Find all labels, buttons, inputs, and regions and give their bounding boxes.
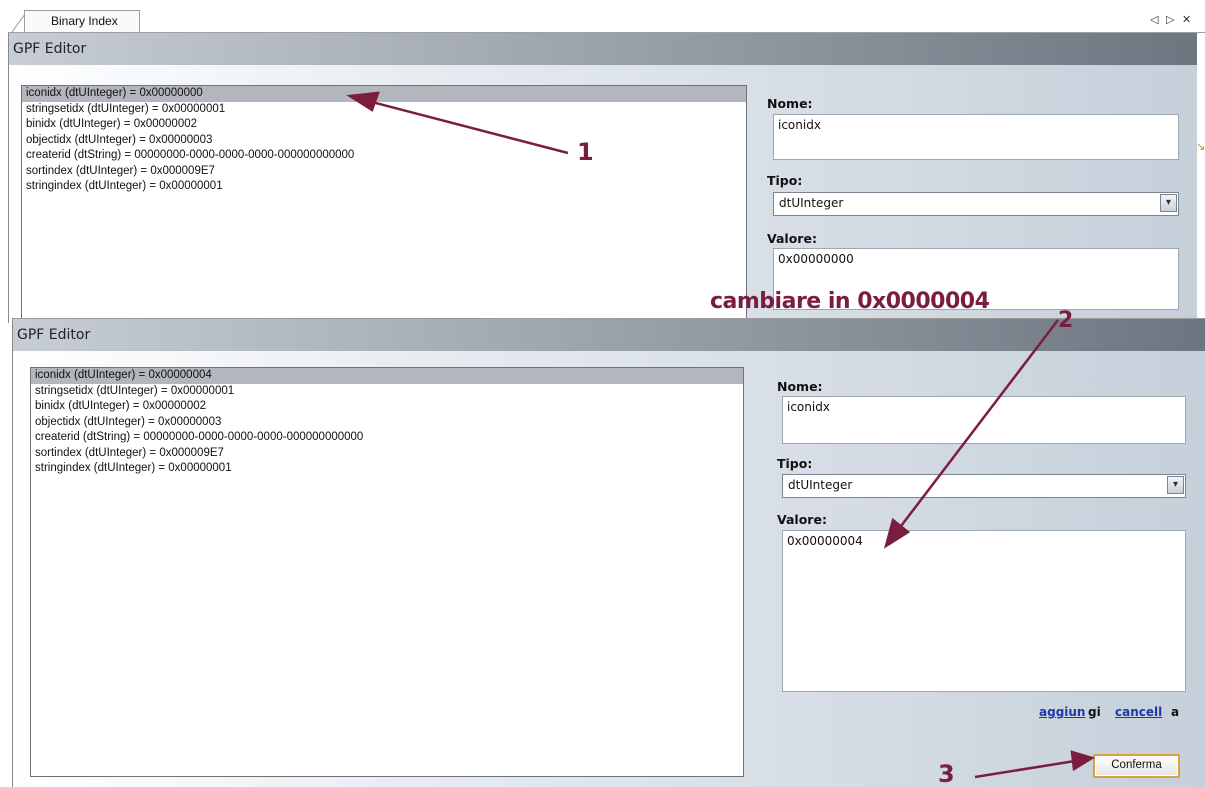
tab-binary-index[interactable]: Binary Index — [24, 10, 140, 32]
chevron-down-icon[interactable]: ▾ — [1167, 476, 1184, 494]
editor-title: GPF Editor — [13, 319, 1205, 351]
cancella-link[interactable]: cancell — [1115, 705, 1162, 719]
nome-field[interactable]: iconidx — [782, 396, 1186, 444]
aggiungi-link-tail[interactable]: gi — [1088, 705, 1101, 719]
list-item[interactable]: sortindex (dtUInteger) = 0x000009E7 — [22, 164, 746, 180]
tab-bar: Binary Index ◁ ▷ ✕ — [0, 0, 1205, 33]
property-list[interactable]: iconidx (dtUInteger) = 0x00000004 string… — [30, 367, 744, 777]
tipo-label: Tipo: — [777, 456, 813, 471]
chevron-down-icon[interactable]: ▾ — [1160, 194, 1177, 212]
list-item[interactable]: stringsetidx (dtUInteger) = 0x00000001 — [31, 384, 743, 400]
list-item[interactable]: stringsetidx (dtUInteger) = 0x00000001 — [22, 102, 746, 118]
list-item[interactable]: binidx (dtUInteger) = 0x00000002 — [22, 117, 746, 133]
list-item[interactable]: stringindex (dtUInteger) = 0x00000001 — [31, 461, 743, 477]
tipo-selected-value: dtUInteger — [779, 196, 844, 210]
list-item[interactable]: objectidx (dtUInteger) = 0x00000003 — [22, 133, 746, 149]
step-1-label: 1 — [577, 138, 594, 166]
list-item[interactable]: sortindex (dtUInteger) = 0x000009E7 — [31, 446, 743, 462]
conferma-button[interactable]: Conferma — [1093, 754, 1180, 778]
step-3-label: 3 — [938, 760, 955, 787]
valore-label: Valore: — [777, 512, 827, 527]
list-item[interactable]: binidx (dtUInteger) = 0x00000002 — [31, 399, 743, 415]
valore-label: Valore: — [767, 231, 817, 246]
valore-field[interactable]: 0x00000004 — [782, 530, 1186, 692]
cancella-link-tail[interactable]: a — [1171, 705, 1179, 719]
list-item[interactable]: stringindex (dtUInteger) = 0x00000001 — [22, 179, 746, 195]
list-item[interactable]: createrid (dtString) = 00000000-0000-000… — [22, 148, 746, 164]
tab-scroll-left-icon[interactable]: ◁ — [1150, 13, 1158, 26]
tab-label: Binary Index — [51, 14, 118, 28]
nome-field[interactable]: iconidx — [773, 114, 1179, 160]
tipo-selected-value: dtUInteger — [788, 478, 853, 492]
list-item-selected[interactable]: iconidx (dtUInteger) = 0x00000004 — [31, 368, 743, 384]
gpf-editor-after: GPF Editor iconidx (dtUInteger) = 0x0000… — [12, 318, 1205, 787]
list-item[interactable]: objectidx (dtUInteger) = 0x00000003 — [31, 415, 743, 431]
tipo-select[interactable]: dtUInteger ▾ — [773, 192, 1179, 216]
tab-close-icon[interactable]: ✕ — [1182, 13, 1191, 26]
list-item[interactable]: createrid (dtString) = 00000000-0000-000… — [31, 430, 743, 446]
aggiungi-link[interactable]: aggiun — [1039, 705, 1085, 719]
nome-label: Nome: — [777, 379, 823, 394]
tipo-select[interactable]: dtUInteger ▾ — [782, 474, 1186, 498]
property-list[interactable]: iconidx (dtUInteger) = 0x00000000 string… — [21, 85, 747, 335]
editor-title: GPF Editor — [9, 33, 1197, 65]
nome-label: Nome: — [767, 96, 813, 111]
tipo-label: Tipo: — [767, 173, 803, 188]
gpf-editor-before: GPF Editor iconidx (dtUInteger) = 0x0000… — [8, 33, 1197, 335]
tab-scroll-right-icon[interactable]: ▷ — [1166, 13, 1174, 26]
step-2-label: 2 — [1058, 308, 1074, 333]
instruction-label: cambiare in 0x0000004 — [710, 289, 990, 314]
list-item-selected[interactable]: iconidx (dtUInteger) = 0x00000000 — [22, 86, 746, 102]
edge-artifact: ↘ — [1196, 140, 1205, 153]
